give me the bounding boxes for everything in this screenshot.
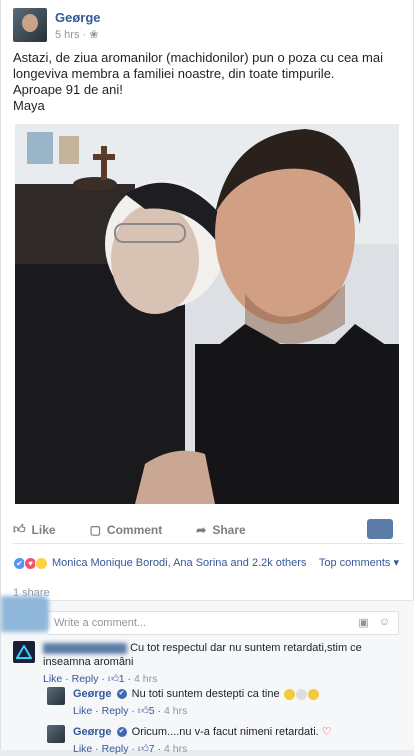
nerd-emoji-icon: [295, 688, 307, 700]
comment-body: Cu tot respectul dar nu suntem retardati…: [43, 641, 363, 686]
share-arrow-icon: ➦: [196, 522, 207, 537]
reply-like-count[interactable]: 7: [149, 743, 155, 755]
post-time[interactable]: 5 hrs: [55, 29, 79, 41]
caret-down-icon: ▾: [393, 557, 399, 569]
laughing-emoji-icon: [283, 688, 295, 700]
heart-emoji-icon: ♡: [321, 726, 332, 738]
reply-author-avatar[interactable]: [47, 687, 65, 705]
reply-actions: Like · Reply · 👍︎7 · 4 hrs: [73, 743, 188, 755]
post-line: Aproape 91 de ani!: [13, 82, 123, 97]
reply-like-link[interactable]: Like: [73, 743, 92, 755]
triangle-logo-icon: [16, 645, 32, 659]
share-button[interactable]: ➦ Share: [196, 523, 245, 537]
post-card: Geørge 5 hrs · ❀ Astazi, de ziua aromani…: [0, 0, 414, 755]
reply-author[interactable]: Geørge: [73, 688, 112, 700]
current-user-avatar-redacted: [1, 596, 49, 632]
comment-placeholder: Write a comment...: [54, 617, 147, 629]
reply-actions: Like · Reply · 👍︎5 · 4 hrs: [73, 705, 188, 717]
reply-time[interactable]: 4 hrs: [164, 743, 187, 755]
comment-actions: Like · Reply · 👍︎1 · 4 hrs: [43, 673, 158, 685]
reply-body: Geørge ✔ Oricum....nu v-a facut nimeni r…: [73, 725, 373, 756]
comment-reply-link[interactable]: Reply: [72, 673, 99, 685]
like-count-icon: 👍︎: [107, 673, 119, 685]
reply-author[interactable]: Geørge: [73, 726, 112, 738]
post-line: longeviva membra a familiei noastre, din…: [13, 66, 335, 81]
reply-author-avatar[interactable]: [47, 725, 65, 743]
reactors-text[interactable]: Monica Monique Borodi, Ana Sorina and 2.…: [52, 557, 306, 569]
emoji-icon[interactable]: ☺: [379, 616, 390, 629]
separator: ·: [82, 28, 87, 41]
globe-icon: ❀: [89, 28, 99, 41]
reply-text: Nu toti suntem destepti ca tine: [131, 688, 280, 700]
like-count-icon: 👍︎: [137, 705, 149, 717]
comment-time[interactable]: 4 hrs: [134, 673, 157, 685]
verified-check-icon: ✔: [116, 689, 127, 700]
top-comments-dropdown[interactable]: Top comments ▾: [319, 556, 399, 569]
post-photo[interactable]: [15, 124, 399, 504]
comment-like-count[interactable]: 1: [119, 673, 125, 685]
top-comments-label: Top comments: [318, 557, 391, 569]
like-button[interactable]: 👍︎ Like: [13, 522, 56, 537]
like-label: Like: [31, 522, 56, 537]
share-label: Share: [212, 522, 246, 537]
reply-text: Oricum....nu v-a facut nimeni retardati.: [131, 726, 319, 738]
comment-like-link[interactable]: Like: [43, 673, 62, 685]
commenter-avatar[interactable]: [13, 641, 35, 663]
post-line: Maya: [13, 98, 45, 113]
post-header: Geørge 5 hrs · ❀: [13, 8, 101, 42]
post-text: Astazi, de ziua aromanilor (machidonilor…: [13, 50, 403, 114]
comment-icon: ▢: [89, 522, 101, 537]
post-meta: 5 hrs · ❀: [55, 28, 101, 41]
author-avatar[interactable]: [13, 8, 47, 42]
reply-like-count[interactable]: 5: [149, 705, 155, 717]
camera-icon[interactable]: ▣: [358, 616, 368, 629]
grinning-emoji-icon: [307, 688, 319, 700]
post-action-bar: 👍︎ Like ▢ Comment ➦ Share: [13, 516, 403, 544]
comments-section: Write a comment... ▣ ☺ Cu tot respectul …: [1, 600, 414, 755]
like-count-icon: 👍︎: [137, 743, 149, 755]
reply-item: Geørge ✔ Oricum....nu v-a facut nimeni r…: [47, 725, 373, 756]
comment-button[interactable]: ▢ Comment: [90, 523, 163, 537]
reply-like-link[interactable]: Like: [73, 705, 92, 717]
reply-time[interactable]: 4 hrs: [164, 705, 187, 717]
thumbs-up-icon: 👍︎: [13, 522, 26, 536]
reply-body: Geørge ✔ Nu toti suntem destepti ca tine…: [73, 687, 373, 718]
photo-illustration: [15, 124, 399, 504]
comment-label: Comment: [106, 522, 163, 537]
verified-check-icon: ✔: [116, 727, 127, 738]
post-line: Astazi, de ziua aromanilor (machidonilor…: [13, 50, 383, 65]
wow-reaction-icon: [35, 556, 48, 570]
post-as-avatar[interactable]: [367, 519, 393, 539]
comment-input[interactable]: Write a comment... ▣ ☺: [47, 611, 399, 635]
commenter-name-redacted: [43, 642, 127, 654]
comment-item: Cu tot respectul dar nu suntem retardati…: [13, 641, 363, 686]
reply-item: Geørge ✔ Nu toti suntem destepti ca tine…: [47, 687, 373, 718]
reply-reply-link[interactable]: Reply: [102, 743, 129, 755]
reply-reply-link[interactable]: Reply: [102, 705, 129, 717]
author-name[interactable]: Geørge: [55, 10, 101, 25]
